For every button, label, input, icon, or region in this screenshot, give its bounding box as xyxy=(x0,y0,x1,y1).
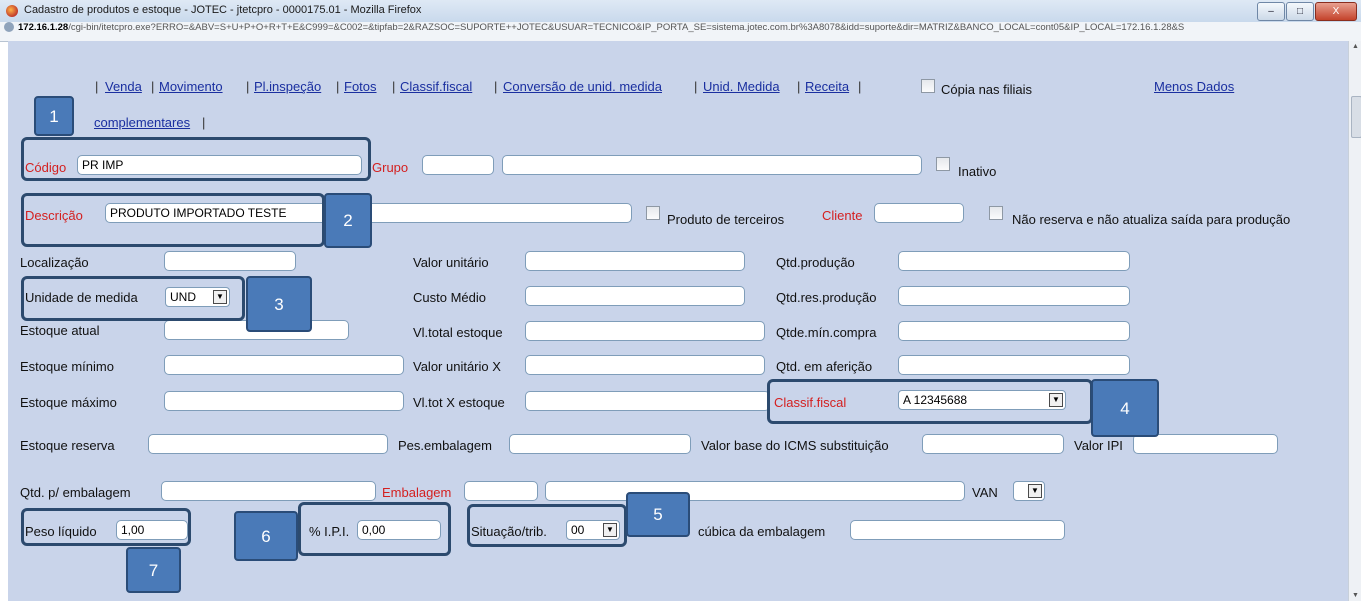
estoque-reserva-input[interactable] xyxy=(148,434,388,454)
valor-unitario-label: Valor unitário xyxy=(413,255,489,270)
close-button[interactable]: X xyxy=(1315,2,1357,21)
window-title: Cadastro de produtos e estoque - JOTEC -… xyxy=(24,4,422,16)
qtd-producao-label: Qtd.produção xyxy=(776,255,855,270)
qtde-min-compra-input[interactable] xyxy=(898,321,1130,341)
nao-reserva-checkbox[interactable] xyxy=(989,206,1003,220)
copia-filiais-label: Cópia nas filiais xyxy=(941,82,1033,97)
vl-tot-x-estoque-label: Vl.tot X estoque xyxy=(413,395,505,410)
vertical-scrollbar[interactable]: ▲ ▼ xyxy=(1348,41,1361,601)
step-badge-2: 2 xyxy=(324,193,372,248)
scroll-up-icon[interactable]: ▲ xyxy=(1352,43,1359,50)
estoque-minimo-input[interactable] xyxy=(164,355,404,375)
inativo-checkbox[interactable] xyxy=(936,157,950,171)
firefox-icon xyxy=(6,5,18,17)
minimize-button[interactable]: – xyxy=(1257,2,1285,21)
qtd-afericao-label: Qtd. em aferição xyxy=(776,359,873,374)
estoque-minimo-label: Estoque mínimo xyxy=(20,359,114,374)
highlight-ipi xyxy=(298,502,451,556)
estoque-maximo-input[interactable] xyxy=(164,391,404,411)
valor-unitario-x-input[interactable] xyxy=(525,355,765,375)
url-host: 172.16.1.28 xyxy=(18,22,69,33)
url-path: /cgi-bin/itetcpro.exe?ERRO=&ABV=S+U+P+O+… xyxy=(68,22,1185,33)
produto-terceiros-checkbox[interactable] xyxy=(646,206,660,220)
highlight-peso-liquido xyxy=(21,508,191,546)
van-label: VAN xyxy=(972,485,998,500)
vl-total-estoque-label: Vl.total estoque xyxy=(413,325,503,340)
window-controls: – □ X xyxy=(1257,2,1357,21)
scrollbar-thumb[interactable] xyxy=(1351,96,1361,138)
cubica-embalagem-label: cúbica da embalagem xyxy=(698,524,826,539)
qtd-embalagem-label: Qtd. p/ embalagem xyxy=(20,485,131,500)
grupo-description-input[interactable] xyxy=(502,155,922,175)
custo-medio-input[interactable] xyxy=(525,286,745,306)
valor-unitario-x-label: Valor unitário X xyxy=(413,359,501,374)
qtd-producao-input[interactable] xyxy=(898,251,1130,271)
qtd-embalagem-input[interactable] xyxy=(161,481,376,501)
qtd-res-producao-label: Qtd.res.produção xyxy=(776,290,877,305)
chevron-down-icon[interactable]: ▼ xyxy=(1028,484,1042,498)
nao-reserva-label: Não reserva e não atualiza saída para pr… xyxy=(1012,212,1291,227)
pes-embalagem-input[interactable] xyxy=(509,434,691,454)
valor-base-icms-input[interactable] xyxy=(922,434,1064,454)
window-titlebar: Cadastro de produtos e estoque - JOTEC -… xyxy=(0,0,1361,23)
localizacao-input[interactable] xyxy=(164,251,296,271)
step-badge-4: 4 xyxy=(1091,379,1159,437)
custo-medio-label: Custo Médio xyxy=(413,290,486,305)
highlight-descricao xyxy=(21,193,325,247)
site-globe-icon xyxy=(4,22,14,33)
valor-base-icms-label: Valor base do ICMS substituição xyxy=(701,438,889,453)
scroll-down-icon[interactable]: ▼ xyxy=(1352,592,1359,599)
url-bar[interactable]: 172.16.1.28/cgi-bin/itetcpro.exe?ERRO=&A… xyxy=(0,22,1361,42)
cliente-label: Cliente xyxy=(822,208,863,223)
valor-ipi-label: Valor IPI xyxy=(1074,438,1123,453)
copia-filiais-checkbox[interactable] xyxy=(921,79,935,93)
qtd-afericao-input[interactable] xyxy=(898,355,1130,375)
step-badge-6: 6 xyxy=(234,511,298,561)
valor-unitario-input[interactable] xyxy=(525,251,745,271)
qtd-res-producao-input[interactable] xyxy=(898,286,1130,306)
link-complementares[interactable]: complementares xyxy=(94,115,190,130)
embalagem-description-input[interactable] xyxy=(545,481,965,501)
link-fotos[interactable]: Fotos xyxy=(344,79,377,94)
embalagem-label: Embalagem xyxy=(382,485,452,500)
van-select[interactable]: ▼ xyxy=(1013,481,1045,501)
grupo-label: Grupo xyxy=(372,160,409,175)
highlight-unidade xyxy=(21,276,245,321)
step-badge-3: 3 xyxy=(246,276,312,332)
embalagem-code-input[interactable] xyxy=(464,481,538,501)
vl-tot-x-estoque-input[interactable] xyxy=(525,391,770,411)
localizacao-label: Localização xyxy=(20,255,89,270)
link-conversao-unid[interactable]: Conversão de unid. medida xyxy=(503,79,662,94)
inativo-label: Inativo xyxy=(958,164,997,179)
link-receita[interactable]: Receita xyxy=(805,79,849,94)
highlight-classif-fiscal xyxy=(767,379,1093,424)
maximize-button[interactable]: □ xyxy=(1286,2,1314,21)
product-form: | Venda | Movimento | Pl.inspeção | Foto… xyxy=(8,41,1348,601)
produto-terceiros-label: Produto de terceiros xyxy=(667,212,785,227)
step-badge-7: 7 xyxy=(126,547,181,593)
step-badge-1: 1 xyxy=(34,96,74,136)
qtde-min-compra-label: Qtde.mín.compra xyxy=(776,325,877,340)
cubica-embalagem-input[interactable] xyxy=(850,520,1065,540)
link-unid-medida[interactable]: Unid. Medida xyxy=(703,79,780,94)
vl-total-estoque-input[interactable] xyxy=(525,321,765,341)
estoque-reserva-label: Estoque reserva xyxy=(20,438,115,453)
step-badge-5: 5 xyxy=(626,492,690,537)
link-movimento[interactable]: Movimento xyxy=(159,79,223,94)
grupo-code-input[interactable] xyxy=(422,155,494,175)
link-classif-fiscal[interactable]: Classif.fiscal xyxy=(400,79,472,94)
menos-dados-link[interactable]: Menos Dados xyxy=(1154,79,1234,94)
link-venda[interactable]: Venda xyxy=(105,79,142,94)
valor-ipi-input[interactable] xyxy=(1133,434,1278,454)
estoque-atual-label: Estoque atual xyxy=(20,323,100,338)
pes-embalagem-label: Pes.embalagem xyxy=(398,438,492,453)
highlight-situacao xyxy=(467,504,627,547)
highlight-codigo xyxy=(21,137,371,181)
estoque-maximo-label: Estoque máximo xyxy=(20,395,117,410)
link-pl-inspecao[interactable]: Pl.inspeção xyxy=(254,79,321,94)
cliente-input[interactable] xyxy=(874,203,964,223)
